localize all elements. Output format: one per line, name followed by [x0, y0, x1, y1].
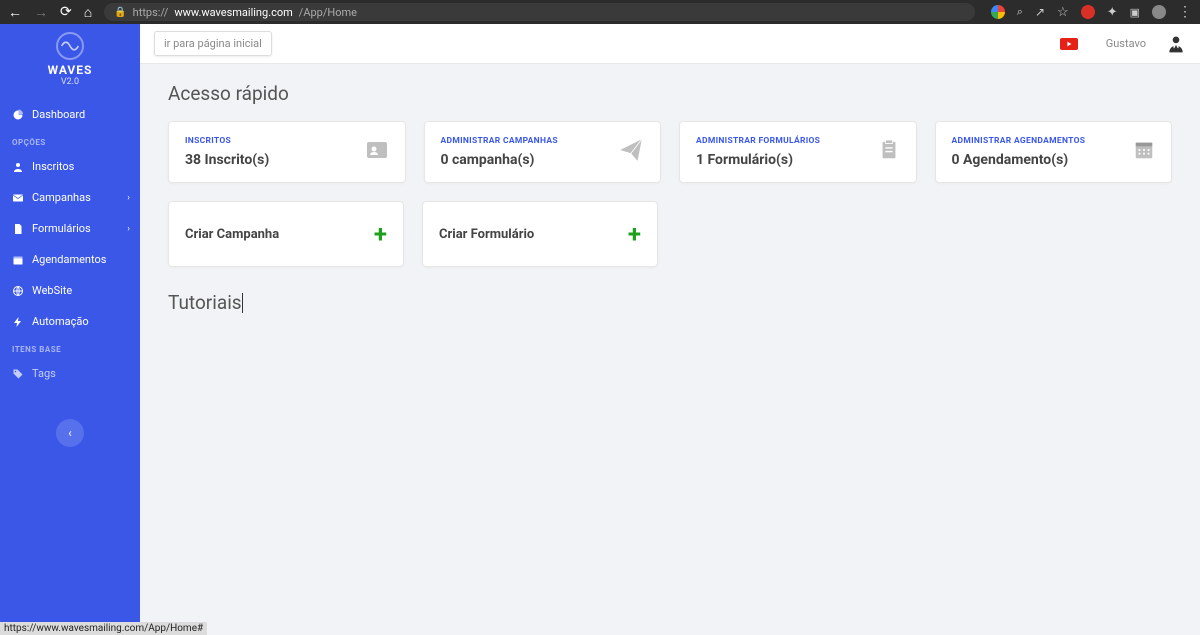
sidebar-item-inscritos[interactable]: Inscritos [0, 151, 140, 182]
sidebar-label: Automação [32, 315, 89, 328]
sidebar-label: Dashboard [32, 108, 85, 121]
tag-icon [12, 368, 24, 380]
card-label: ADMINISTRAR AGENDAMENTOS [952, 136, 1128, 146]
tutorials-title: Tutoriais [168, 291, 242, 314]
globe-icon [12, 285, 24, 297]
paper-plane-icon [618, 137, 644, 167]
youtube-icon[interactable] [1060, 38, 1078, 50]
brand-logo-icon [56, 32, 84, 60]
url-path: /App/Home [299, 6, 357, 19]
star-icon[interactable]: ☆ [1057, 5, 1069, 20]
chevron-left-icon: ‹ [68, 426, 72, 440]
action-label: Criar Formulário [439, 227, 628, 242]
sidebar-label: Tags [32, 367, 56, 380]
clipboard-icon [878, 139, 900, 165]
back-icon[interactable]: ← [8, 4, 22, 21]
sidebar-label: Campanhas [32, 191, 91, 204]
sidebar-label: Inscritos [32, 160, 74, 173]
sidebar-item-dashboard[interactable]: Dashboard [0, 99, 140, 130]
home-tooltip: ir para página inicial [154, 31, 272, 56]
share-icon[interactable]: ↗ [1035, 5, 1045, 19]
key-icon[interactable]: ⌕ [1017, 5, 1023, 19]
create-form-button[interactable]: Criar Formulário + [422, 201, 658, 267]
sidebar-item-website[interactable]: WebSite [0, 275, 140, 306]
brand-title: WAVES [48, 63, 93, 77]
browser-chrome: ← → ⟳ ⌂ 🔒 https:// www.wavesmailing.com/A… [0, 0, 1200, 24]
address-card-icon [365, 138, 389, 166]
menu-icon[interactable]: ⋮ [1178, 4, 1192, 20]
create-campaign-button[interactable]: Criar Campanha + [168, 201, 404, 267]
envelope-icon [12, 192, 24, 204]
address-bar[interactable]: 🔒 https:// www.wavesmailing.com/App/Home [104, 3, 975, 21]
sidebar-item-campanhas[interactable]: Campanhas › [0, 182, 140, 213]
card-campanhas[interactable]: ADMINISTRAR CAMPANHAS 0 campanha(s) [424, 121, 662, 183]
quick-access-title: Acesso rápido [168, 82, 1172, 105]
avatar-icon[interactable] [1152, 5, 1166, 19]
file-icon [12, 223, 24, 235]
calendar-icon [12, 254, 24, 266]
card-value: 38 Inscrito(s) [185, 152, 359, 168]
chevron-right-icon: › [127, 224, 130, 234]
card-value: 0 campanha(s) [441, 152, 613, 168]
brand-subtitle: V2.0 [61, 77, 79, 87]
card-label: ADMINISTRAR FORMULÁRIOS [696, 136, 872, 146]
collapse-sidebar-button[interactable]: ‹ [56, 419, 84, 447]
home-icon[interactable]: ⌂ [84, 4, 92, 21]
status-link: https://www.wavesmailing.com/App/Home# [0, 622, 207, 635]
dashboard-icon [12, 109, 24, 121]
sidebar-label: Formulários [32, 222, 91, 235]
forward-icon[interactable]: → [34, 4, 48, 21]
sidebar-heading-opcoes: OPÇÕES [0, 130, 140, 151]
plus-icon: + [374, 220, 387, 248]
plus-icon: + [628, 220, 641, 248]
sidebar-item-tags[interactable]: Tags [0, 358, 140, 389]
calendar-icon [1133, 139, 1155, 165]
card-agendamentos[interactable]: ADMINISTRAR AGENDAMENTOS 0 Agendamento(s… [935, 121, 1173, 183]
card-label: INSCRITOS [185, 136, 359, 146]
sidebar-item-automacao[interactable]: Automação [0, 306, 140, 337]
card-formularios[interactable]: ADMINISTRAR FORMULÁRIOS 1 Formulário(s) [679, 121, 917, 183]
users-icon [12, 161, 24, 173]
url-host: www.wavesmailing.com [174, 6, 292, 19]
card-label: ADMINISTRAR CAMPANHAS [441, 136, 613, 146]
user-name[interactable]: Gustavo [1106, 37, 1146, 50]
card-value: 1 Formulário(s) [696, 152, 872, 168]
url-prefix: https:// [133, 6, 169, 19]
card-value: 0 Agendamento(s) [952, 152, 1128, 168]
chevron-right-icon: › [127, 193, 130, 203]
topbar: ir para página inicial Gustavo [140, 24, 1200, 64]
sidebar-item-agendamentos[interactable]: Agendamentos [0, 244, 140, 275]
sidebar: WAVES V2.0 Dashboard OPÇÕES Inscritos [0, 24, 140, 635]
sidebar-label: WebSite [32, 284, 72, 297]
reload-icon[interactable]: ⟳ [60, 4, 72, 20]
user-avatar-icon[interactable] [1166, 34, 1186, 54]
sidebar-item-formularios[interactable]: Formulários › [0, 213, 140, 244]
window-icon[interactable]: ▣ [1130, 6, 1140, 19]
sidebar-heading-itens: ITENS BASE [0, 337, 140, 358]
lock-icon: 🔒 [114, 7, 126, 18]
brand[interactable]: WAVES V2.0 [0, 24, 140, 93]
sidebar-label: Agendamentos [32, 253, 106, 266]
bolt-icon [12, 316, 24, 328]
action-label: Criar Campanha [185, 227, 374, 242]
chrome-profile-icon[interactable] [991, 5, 1005, 19]
card-inscritos[interactable]: INSCRITOS 38 Inscrito(s) [168, 121, 406, 183]
main: ir para página inicial Gustavo Acesso rá… [140, 24, 1200, 635]
extensions-icon[interactable]: ✦ [1107, 5, 1118, 20]
ext-red-icon[interactable] [1081, 5, 1095, 19]
